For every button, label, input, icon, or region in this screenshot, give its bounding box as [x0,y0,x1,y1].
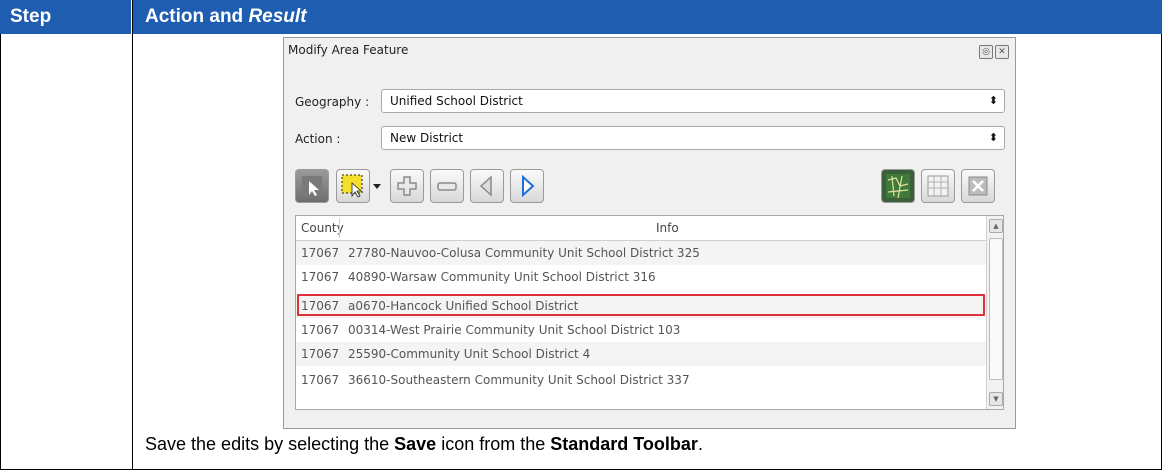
action-value: New District [390,131,464,145]
float-icon[interactable]: ◎ [979,45,993,59]
remove-icon [437,182,457,191]
map-icon [886,174,910,199]
updown-arrow-icon: ⬍ [988,94,998,107]
select-feature-icon [302,176,322,196]
select-rectangle-button[interactable] [336,169,370,203]
caption-standard-toolbar: Standard Toolbar [550,434,698,454]
updown-arrow-icon: ⬍ [988,131,998,144]
geography-select[interactable]: Unified School District ⬍ [381,89,1005,113]
caption-save: Save [394,434,437,454]
action-result-header: Action and Result [133,0,1162,34]
dialog-window-controls: ◎ ✕ [977,43,1009,59]
add-button[interactable] [390,169,424,203]
geography-value: Unified School District [390,94,523,108]
table-row[interactable]: 17067 40890-Warsaw Community Unit School… [296,265,988,289]
grid-header: County Info [296,216,988,241]
info-cell: 40890-Warsaw Community Unit School Distr… [348,270,656,284]
county-cell: 17067 [301,246,340,260]
clear-icon [968,176,988,196]
select-dropdown-button[interactable] [371,169,383,203]
remove-button[interactable] [430,169,464,203]
dialog-title: Modify Area Feature [288,43,409,57]
caption-text: Save the edits by selecting the [145,434,395,454]
caption-text: . [697,434,703,454]
dropdown-arrow-icon [373,184,381,189]
info-cell: 00314-West Prairie Community Unit School… [348,323,681,337]
scroll-up-icon[interactable]: ▲ [989,219,1003,233]
close-icon[interactable]: ✕ [995,45,1009,59]
geography-label: Geography : [295,95,370,109]
next-button[interactable] [510,169,544,203]
info-cell: 36610-Southeastern Community Unit School… [348,373,690,387]
action-header-text: Action and [145,6,249,27]
scroll-thumb[interactable] [989,238,1003,380]
table-row[interactable]: 17067 00314-West Prairie Community Unit … [296,318,988,342]
info-column-header[interactable]: Info [656,221,679,235]
clear-button[interactable] [961,169,995,203]
next-icon [522,174,535,198]
caption-text: icon from the [436,434,551,454]
select-feature-button[interactable] [295,169,329,203]
step-instruction: Save the edits by selecting the Save ico… [145,434,703,455]
table-left-border [0,34,1,470]
feature-results-grid: County Info 17067 27780-Nauvoo-Colusa Co… [295,215,1004,410]
county-cell: 17067 [301,270,340,284]
table-column-divider [132,0,133,470]
dialog-toolbar [295,169,1005,207]
action-select[interactable]: New District ⬍ [381,126,1005,150]
attribute-table-button[interactable] [921,169,955,203]
county-cell: 17067 [301,323,340,337]
table-row[interactable]: 17067 25590-Community Unit School Distri… [296,342,988,366]
procedure-table: Step Action and Result Modify Area Featu… [0,0,1162,470]
map-view-button[interactable] [881,169,915,203]
info-cell: 25590-Community Unit School District 4 [348,347,591,361]
previous-icon [479,175,492,197]
step-header: Step [0,0,131,34]
table-icon [927,175,949,197]
selected-row-highlight [297,294,985,316]
column-divider [339,218,340,238]
county-column-header[interactable]: County [301,221,344,235]
vertical-scrollbar[interactable]: ▲ ▼ [986,216,1003,409]
previous-button[interactable] [470,169,504,203]
scroll-down-icon[interactable]: ▼ [989,392,1003,406]
result-header-text: Result [248,6,307,27]
county-cell: 17067 [301,373,340,387]
table-row[interactable]: 17067 36610-Southeastern Community Unit … [296,368,988,392]
select-rectangle-icon [341,174,363,198]
modify-area-feature-dialog: Modify Area Feature ◎ ✕ Geography : Unifi… [283,37,1016,429]
table-row[interactable]: 17067 27780-Nauvoo-Colusa Community Unit… [296,241,988,265]
info-cell: 27780-Nauvoo-Colusa Community Unit Schoo… [348,246,700,260]
action-label: Action : [295,132,341,146]
county-cell: 17067 [301,347,340,361]
add-icon [397,176,417,196]
